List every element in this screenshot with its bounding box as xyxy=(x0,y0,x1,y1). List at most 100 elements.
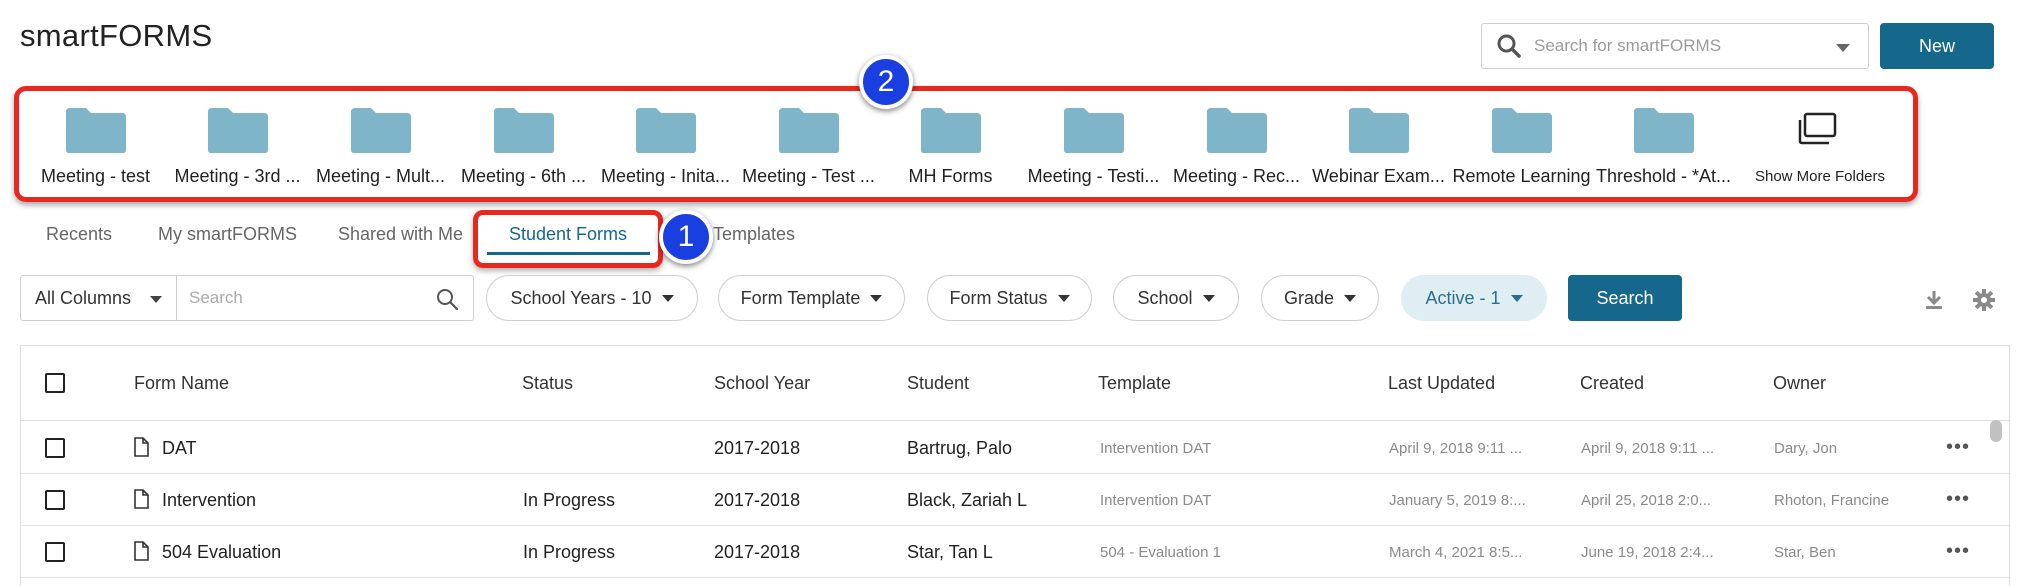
folder-item[interactable]: Meeting - Rec... xyxy=(1165,96,1308,196)
column-select-value: All Columns xyxy=(35,287,132,308)
search-button[interactable]: Search xyxy=(1568,275,1682,321)
form-name[interactable]: 504 Evaluation xyxy=(162,542,281,563)
folder-label: Threshold - *At... xyxy=(1595,166,1732,186)
folder-icon xyxy=(636,108,696,153)
student: Black, Zariah L xyxy=(907,490,1028,510)
tab-recents[interactable]: Recents xyxy=(46,224,112,245)
filter-label: School Years - 10 xyxy=(510,287,652,308)
more-options-icon[interactable]: ••• xyxy=(1946,436,1970,459)
folder-strip: Meeting - test Meeting - 3rd ... Meeting… xyxy=(24,96,1904,196)
folder-item[interactable]: Meeting - Mult... xyxy=(309,96,452,196)
folder-icon xyxy=(208,108,268,153)
row-checkbox[interactable] xyxy=(45,438,65,458)
search-icon[interactable] xyxy=(435,287,459,311)
global-search[interactable] xyxy=(1481,23,1869,69)
folder-icon xyxy=(1349,108,1409,153)
folder-label: Meeting - test xyxy=(40,166,151,186)
col-template[interactable]: Template xyxy=(1098,373,1171,394)
form-name[interactable]: DAT xyxy=(162,438,197,459)
created: April 9, 2018 9:11 ... xyxy=(1581,440,1715,457)
folder-icon xyxy=(351,108,411,153)
folder-label: MH Forms xyxy=(908,166,993,186)
table-search[interactable] xyxy=(176,275,474,321)
tab-my-smartforms[interactable]: My smartFORMS xyxy=(158,224,297,245)
table-search-input[interactable] xyxy=(189,288,419,308)
folder-item[interactable]: Meeting - 6th ... xyxy=(452,96,595,196)
folder-label: Meeting - Inita... xyxy=(600,166,731,186)
document-icon xyxy=(134,541,149,561)
row-checkbox[interactable] xyxy=(45,542,65,562)
filter-grade[interactable]: Grade xyxy=(1261,275,1379,321)
status: In Progress xyxy=(523,490,616,510)
folder-item[interactable]: Meeting - test xyxy=(24,96,167,196)
col-last-updated[interactable]: Last Updated xyxy=(1388,373,1495,394)
folder-label: Meeting - 3rd ... xyxy=(174,166,301,186)
folder-item[interactable]: Meeting - Testi... xyxy=(1022,96,1165,196)
form-name[interactable]: Intervention xyxy=(162,490,256,511)
table-row[interactable]: DAT 2017-2018 Bartrug, Palo Intervention… xyxy=(21,422,2009,474)
folder-icon xyxy=(1634,108,1694,153)
last-updated: January 5, 2019 8:... xyxy=(1389,492,1526,509)
global-search-input[interactable] xyxy=(1534,36,1824,56)
folder-item[interactable]: Meeting - Inita... xyxy=(594,96,737,196)
chevron-down-icon[interactable] xyxy=(1836,44,1850,52)
column-select[interactable]: All Columns xyxy=(20,275,177,321)
col-created[interactable]: Created xyxy=(1580,373,1644,394)
folder-item[interactable]: MH Forms xyxy=(879,96,1022,196)
template: Intervention DAT xyxy=(1100,440,1212,457)
scrollbar-thumb[interactable] xyxy=(1990,420,2002,442)
tab-templates[interactable]: Templates xyxy=(713,224,795,245)
student: Star, Tan L xyxy=(907,542,993,562)
show-more-folders[interactable]: Show More Folders xyxy=(1735,96,1905,196)
folder-label: Meeting - Test ... xyxy=(742,166,875,186)
col-status[interactable]: Status xyxy=(522,373,573,394)
gear-icon[interactable] xyxy=(1972,288,1996,312)
folder-item[interactable]: Meeting - 3rd ... xyxy=(166,96,309,196)
col-owner[interactable]: Owner xyxy=(1773,373,1826,394)
school-year: 2017-2018 xyxy=(714,490,801,510)
folder-label: Webinar Exam... xyxy=(1312,166,1445,186)
callout-badge-2: 2 xyxy=(859,55,913,109)
folder-item[interactable]: Threshold - *At... xyxy=(1592,96,1735,196)
folder-item[interactable]: Remote Learning xyxy=(1450,96,1593,196)
new-button[interactable]: New xyxy=(1880,23,1994,69)
created: April 25, 2018 2:0... xyxy=(1581,492,1712,509)
filter-school[interactable]: School xyxy=(1113,275,1239,321)
tab-shared-with-me[interactable]: Shared with Me xyxy=(338,224,463,245)
chevron-down-icon xyxy=(1202,294,1215,302)
owner: Dary, Jon xyxy=(1774,440,1838,457)
school-year: 2017-2018 xyxy=(714,542,801,562)
folder-label: Meeting - Testi... xyxy=(1027,166,1160,186)
folder-item[interactable]: Webinar Exam... xyxy=(1307,96,1450,196)
more-options-icon[interactable]: ••• xyxy=(1946,540,1970,563)
filter-school-years[interactable]: School Years - 10 xyxy=(486,275,698,321)
folder-label: Meeting - 6th ... xyxy=(460,166,587,186)
filter-active[interactable]: Active - 1 xyxy=(1401,275,1547,321)
filter-form-status[interactable]: Form Status xyxy=(927,275,1092,321)
download-icon[interactable] xyxy=(1924,289,1944,311)
more-options-icon[interactable]: ••• xyxy=(1946,488,1970,511)
row-checkbox[interactable] xyxy=(45,490,65,510)
col-school-year[interactable]: School Year xyxy=(714,373,810,394)
folder-label: Meeting - Rec... xyxy=(1172,166,1301,186)
folder-item[interactable]: Meeting - Test ... xyxy=(737,96,880,196)
document-icon xyxy=(134,489,149,509)
status: In Progress xyxy=(523,542,616,562)
folder-label: Meeting - Mult... xyxy=(315,166,446,186)
table-row[interactable]: 504 Evaluation In Progress 2017-2018 Sta… xyxy=(21,526,2009,578)
filter-form-template[interactable]: Form Template xyxy=(718,275,905,321)
chevron-down-icon xyxy=(1510,294,1523,302)
select-all-checkbox[interactable] xyxy=(45,373,65,393)
col-student[interactable]: Student xyxy=(907,373,969,394)
folder-icon xyxy=(921,108,981,153)
chevron-down-icon xyxy=(1057,294,1070,302)
student: Bartrug, Palo xyxy=(907,438,1013,458)
col-form-name[interactable]: Form Name xyxy=(134,373,229,394)
folder-icon xyxy=(1492,108,1552,153)
chevron-down-icon xyxy=(870,294,883,302)
folder-icon xyxy=(494,108,554,153)
last-updated: March 4, 2021 8:5... xyxy=(1389,544,1523,561)
table-row[interactable]: Intervention In Progress 2017-2018 Black… xyxy=(21,474,2009,526)
folder-icon xyxy=(779,108,839,153)
show-more-label: Show More Folders xyxy=(1754,168,1886,185)
